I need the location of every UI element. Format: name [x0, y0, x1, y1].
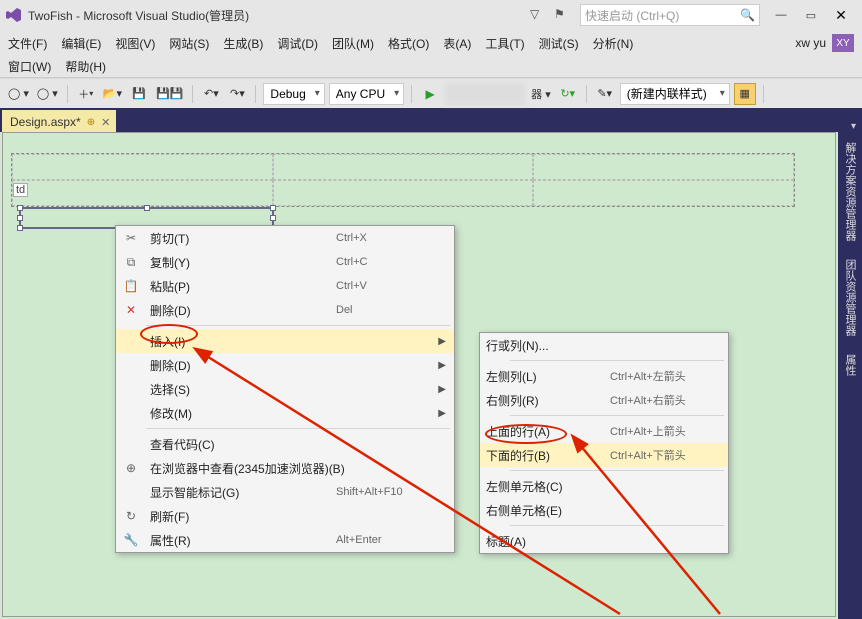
quick-launch-input[interactable]: 快速启动 (Ctrl+Q) 🔍: [580, 4, 760, 26]
cm-copy[interactable]: ⧉复制(Y)Ctrl+C: [116, 250, 454, 274]
minimize-button[interactable]: —: [766, 3, 796, 27]
maximize-button[interactable]: ▭: [796, 3, 826, 27]
cm-paste[interactable]: 📋粘贴(P)Ctrl+V: [116, 274, 454, 298]
table-cell[interactable]: [273, 180, 534, 206]
menubar: 文件(F) 编辑(E) 视图(V) 网站(S) 生成(B) 调试(D) 团队(M…: [0, 30, 862, 56]
menu-file[interactable]: 文件(F): [8, 35, 47, 52]
cm-row-below[interactable]: 下面的行(B)Ctrl+Alt+下箭头: [480, 443, 728, 467]
cm-refresh[interactable]: ↻刷新(F): [116, 504, 454, 528]
menu-test[interactable]: 测试(S): [539, 35, 579, 52]
user-name[interactable]: xw yu: [795, 36, 826, 50]
properties-tab[interactable]: 属性: [840, 350, 860, 380]
refresh-button[interactable]: ↻▾: [557, 83, 579, 105]
menu-build[interactable]: 生成(B): [223, 35, 263, 52]
layout-button[interactable]: ▦: [734, 83, 756, 105]
cm-insert[interactable]: 插入(I)▶: [116, 329, 454, 353]
vs-logo-icon: [6, 7, 22, 23]
cm-delete[interactable]: ✕删除(D)Del: [116, 298, 454, 322]
table-element[interactable]: [11, 153, 795, 207]
new-button[interactable]: ＋▾: [75, 83, 97, 105]
tab-overflow-icon[interactable]: ▾: [851, 121, 856, 132]
menu-table[interactable]: 表(A): [443, 35, 471, 52]
search-icon: 🔍: [740, 8, 755, 22]
menu-window[interactable]: 窗口(W): [8, 58, 51, 75]
window-title: TwoFish - Microsoft Visual Studio(管理员): [28, 7, 249, 24]
feedback-icon[interactable]: ⚑: [554, 7, 570, 23]
cm-row-or-col[interactable]: 行或列(N)...: [480, 333, 728, 357]
nav-back-button[interactable]: ◯ ▾: [6, 83, 31, 105]
platform-select[interactable]: Any CPU: [329, 83, 404, 105]
menu-view[interactable]: 视图(V): [115, 35, 155, 52]
cm-row-above[interactable]: 上面的行(A)Ctrl+Alt+上箭头: [480, 419, 728, 443]
notification-icon[interactable]: ▽: [530, 7, 546, 23]
menu-edit[interactable]: 编辑(E): [61, 35, 101, 52]
redo-button[interactable]: ↷▾: [226, 83, 248, 105]
tab-close-icon[interactable]: ✕: [101, 116, 110, 129]
menu-analyze[interactable]: 分析(N): [593, 35, 634, 52]
table-cell[interactable]: [12, 180, 273, 206]
config-select[interactable]: Debug: [263, 83, 324, 105]
browser-suffix[interactable]: 器 ▾: [529, 83, 553, 105]
chevron-right-icon: ▶: [438, 360, 446, 371]
user-badge[interactable]: XY: [832, 34, 854, 52]
close-button[interactable]: ✕: [826, 3, 856, 27]
team-explorer-tab[interactable]: 团队资源管理器: [840, 255, 860, 340]
insert-submenu: 行或列(N)... 左侧列(L)Ctrl+Alt+左箭头 右侧列(R)Ctrl+…: [479, 332, 729, 554]
table-cell[interactable]: [273, 154, 534, 180]
tab-label: Design.aspx*: [10, 115, 81, 129]
toolbar: ◯ ▾ ◯ ▾ ＋▾ 📂▾ 💾 💾💾 ↶▾ ↷▾ Debug Any CPU ▶…: [0, 78, 862, 108]
style-button[interactable]: ✎▾: [594, 83, 616, 105]
document-tabs: Design.aspx* ⊕ ✕ ▾: [0, 108, 862, 132]
titlebar: TwoFish - Microsoft Visual Studio(管理员) ▽…: [0, 0, 862, 30]
undo-button[interactable]: ↶▾: [200, 83, 222, 105]
paste-icon: 📋: [122, 279, 140, 293]
tab-design-aspx[interactable]: Design.aspx* ⊕ ✕: [2, 110, 116, 132]
cm-select[interactable]: 选择(S)▶: [116, 377, 454, 401]
chevron-right-icon: ▶: [438, 336, 446, 347]
menu-help[interactable]: 帮助(H): [65, 58, 106, 75]
cm-col-right[interactable]: 右侧列(R)Ctrl+Alt+右箭头: [480, 388, 728, 412]
solution-explorer-tab[interactable]: 解决方案资源管理器: [840, 138, 860, 245]
menu-debug[interactable]: 调试(D): [277, 35, 318, 52]
cm-cell-left[interactable]: 左侧单元格(C): [480, 474, 728, 498]
element-tag-label: td: [13, 183, 28, 197]
cm-view-code[interactable]: 查看代码(C): [116, 432, 454, 456]
cm-smart-tags[interactable]: 显示智能标记(G)Shift+Alt+F10: [116, 480, 454, 504]
cm-properties[interactable]: 🔧属性(R)Alt+Enter: [116, 528, 454, 552]
cm-col-left[interactable]: 左侧列(L)Ctrl+Alt+左箭头: [480, 364, 728, 388]
start-button[interactable]: ▶: [419, 83, 441, 105]
cm-delete-sub[interactable]: 删除(D)▶: [116, 353, 454, 377]
table-cell[interactable]: [12, 154, 273, 180]
wrench-icon: 🔧: [122, 533, 140, 547]
menubar-row2: 窗口(W) 帮助(H): [0, 56, 862, 78]
table-cell[interactable]: [533, 154, 794, 180]
side-panel-tabs: 解决方案资源管理器 团队资源管理器 属性: [838, 132, 862, 619]
menu-website[interactable]: 网站(S): [169, 35, 209, 52]
cm-cut[interactable]: ✂剪切(T)Ctrl+X: [116, 226, 454, 250]
browser-select[interactable]: [445, 83, 525, 105]
cm-cell-right[interactable]: 右侧单元格(E): [480, 498, 728, 522]
context-menu: ✂剪切(T)Ctrl+X ⧉复制(Y)Ctrl+C 📋粘贴(P)Ctrl+V ✕…: [115, 225, 455, 553]
copy-icon: ⧉: [122, 255, 140, 270]
save-all-button[interactable]: 💾💾: [154, 83, 185, 105]
chevron-right-icon: ▶: [438, 384, 446, 395]
pin-icon[interactable]: ⊕: [87, 117, 95, 128]
cm-caption[interactable]: 标题(A): [480, 529, 728, 553]
menu-format[interactable]: 格式(O): [388, 35, 429, 52]
cm-modify[interactable]: 修改(M)▶: [116, 401, 454, 425]
open-button[interactable]: 📂▾: [101, 83, 124, 105]
quick-launch-placeholder: 快速启动 (Ctrl+Q): [585, 7, 679, 24]
refresh-icon: ↻: [122, 509, 140, 523]
menu-tools[interactable]: 工具(T): [485, 35, 524, 52]
nav-forward-button[interactable]: ◯ ▾: [35, 83, 60, 105]
globe-icon: ⊕: [122, 461, 140, 475]
style-select[interactable]: (新建内联样式): [620, 83, 730, 105]
chevron-right-icon: ▶: [438, 408, 446, 419]
cut-icon: ✂: [122, 231, 140, 245]
cm-view-browser[interactable]: ⊕在浏览器中查看(2345加速浏览器)(B): [116, 456, 454, 480]
save-button[interactable]: 💾: [128, 83, 150, 105]
table-cell[interactable]: [533, 180, 794, 206]
delete-icon: ✕: [122, 303, 140, 317]
menu-team[interactable]: 团队(M): [332, 35, 374, 52]
